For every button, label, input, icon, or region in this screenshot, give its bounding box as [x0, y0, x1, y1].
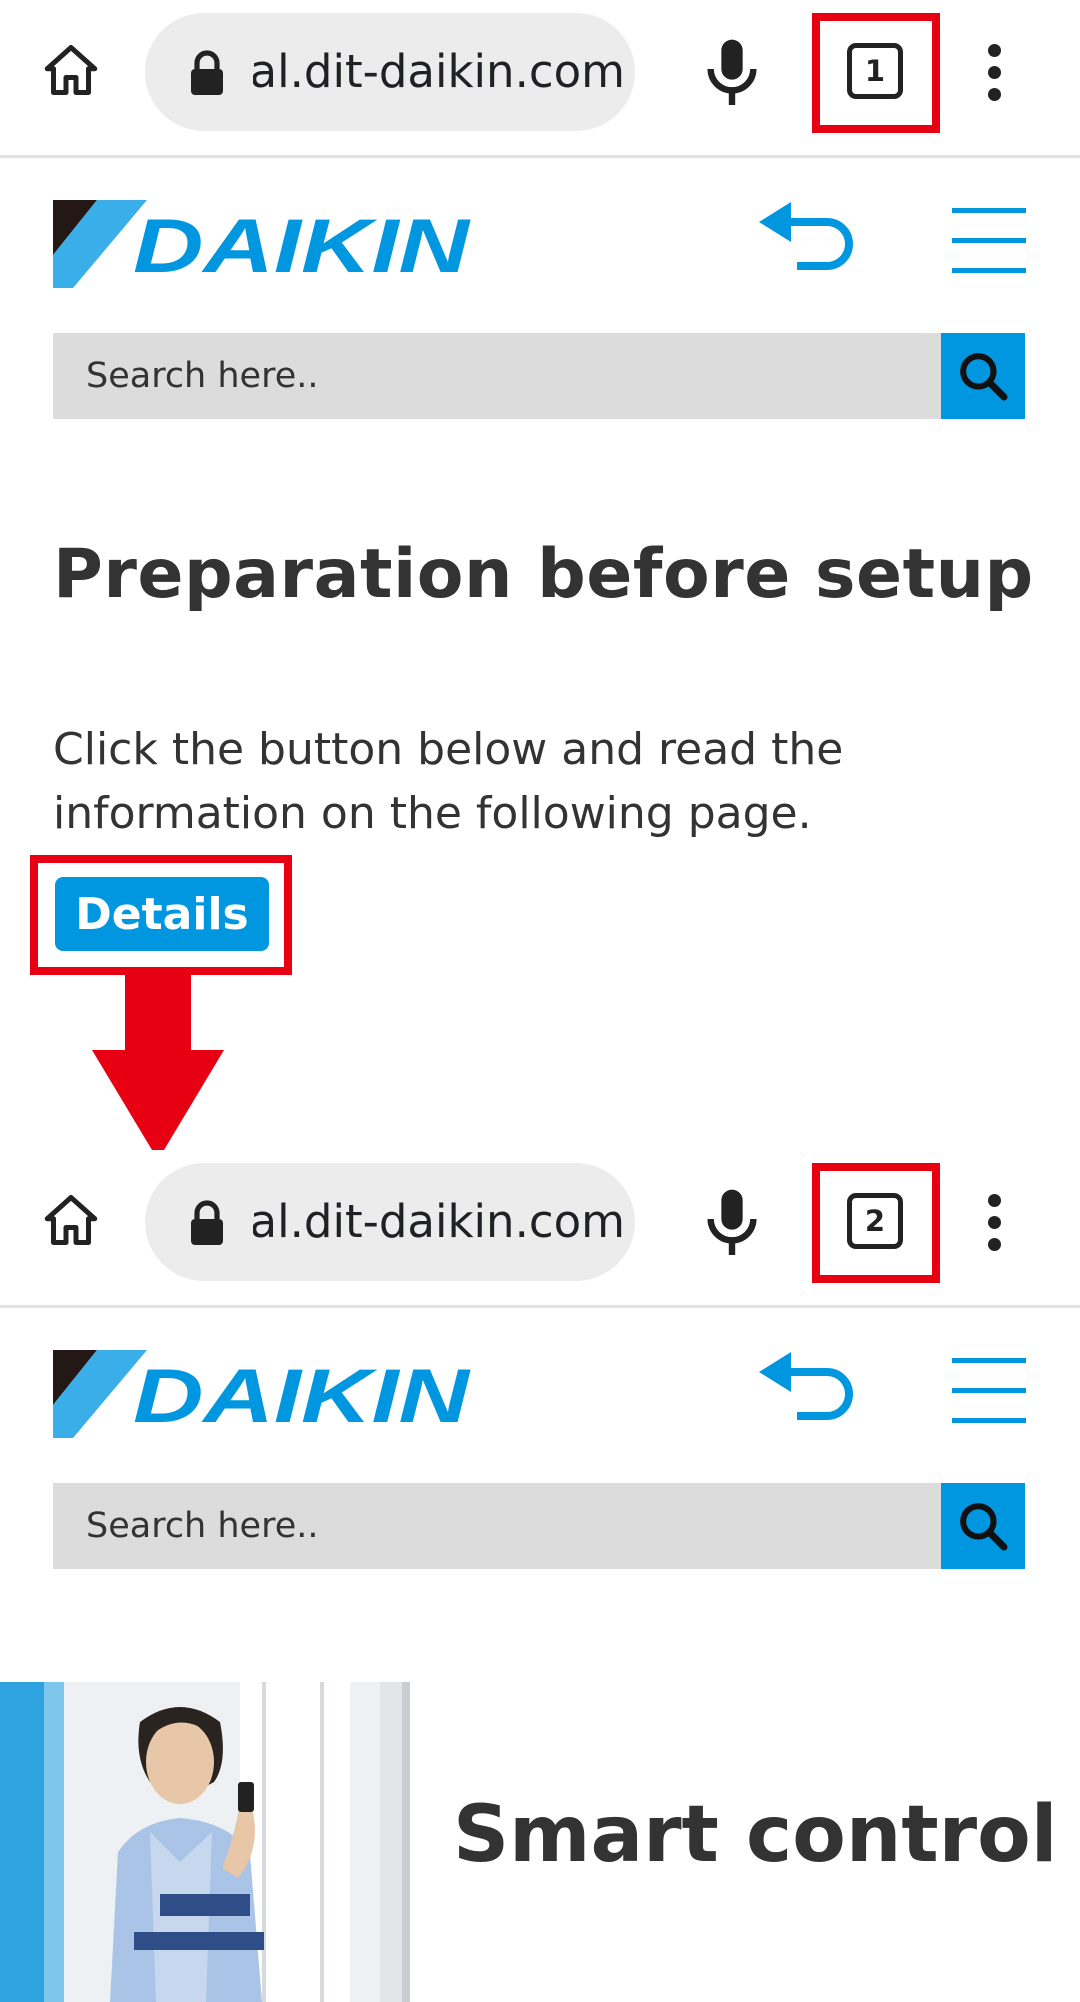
- search-bar: [53, 333, 1025, 419]
- search-icon: [960, 1503, 1008, 1551]
- toolbar-divider: [0, 1305, 1080, 1308]
- logo-text: DAIKIN: [133, 1354, 472, 1438]
- home-button[interactable]: [36, 35, 106, 105]
- details-highlight: [30, 855, 292, 975]
- browser-toolbar: ial.dit-daikin.com 2: [0, 1150, 1080, 1305]
- hamburger-menu-icon[interactable]: [952, 1356, 1026, 1426]
- address-bar[interactable]: ial.dit-daikin.com: [145, 13, 635, 131]
- down-arrow-icon: [92, 975, 224, 1160]
- lock-icon: [191, 50, 223, 95]
- screenshot-after: ial.dit-daikin.com 2 DAIKIN Search here.…: [0, 1150, 1080, 2002]
- screenshot-before: ial.dit-daikin.com 1 DAIKIN Search here.…: [0, 0, 1080, 1160]
- home-icon: [44, 45, 98, 95]
- hamburger-menu-icon[interactable]: [952, 206, 1026, 276]
- toolbar-divider: [0, 155, 1080, 158]
- search-input[interactable]: [53, 333, 941, 419]
- lock-icon: [191, 1200, 223, 1245]
- search-icon: [960, 353, 1008, 401]
- daikin-logo[interactable]: DAIKIN: [53, 200, 475, 289]
- search-input[interactable]: [53, 1483, 941, 1569]
- more-vert-icon[interactable]: [978, 1192, 1012, 1254]
- page-title: Preparation before setup: [53, 535, 1034, 614]
- daikin-logo[interactable]: DAIKIN: [53, 1350, 475, 1439]
- tab-count-highlight: [812, 13, 940, 133]
- logo-text: DAIKIN: [133, 204, 472, 288]
- url-text: ial.dit-daikin.com: [253, 1195, 625, 1248]
- mic-icon[interactable]: [700, 35, 764, 111]
- more-vert-icon[interactable]: [978, 42, 1012, 104]
- back-arrow-icon[interactable]: [757, 1350, 857, 1425]
- home-icon: [44, 1195, 98, 1245]
- home-button[interactable]: [36, 1185, 106, 1255]
- instruction-text: Click the button below and read the info…: [53, 724, 844, 839]
- search-bar: [53, 1483, 1025, 1569]
- search-button[interactable]: [941, 1483, 1025, 1569]
- search-button[interactable]: [941, 333, 1025, 419]
- url-text: ial.dit-daikin.com: [253, 45, 625, 98]
- back-arrow-icon[interactable]: [757, 200, 857, 275]
- tab-count-highlight: [812, 1163, 940, 1283]
- address-bar[interactable]: ial.dit-daikin.com: [145, 1163, 635, 1281]
- hero-image: [0, 1682, 410, 2002]
- browser-toolbar: ial.dit-daikin.com 1: [0, 0, 1080, 155]
- hero-title: Smart control: [453, 1790, 1058, 1880]
- mic-icon[interactable]: [700, 1185, 764, 1261]
